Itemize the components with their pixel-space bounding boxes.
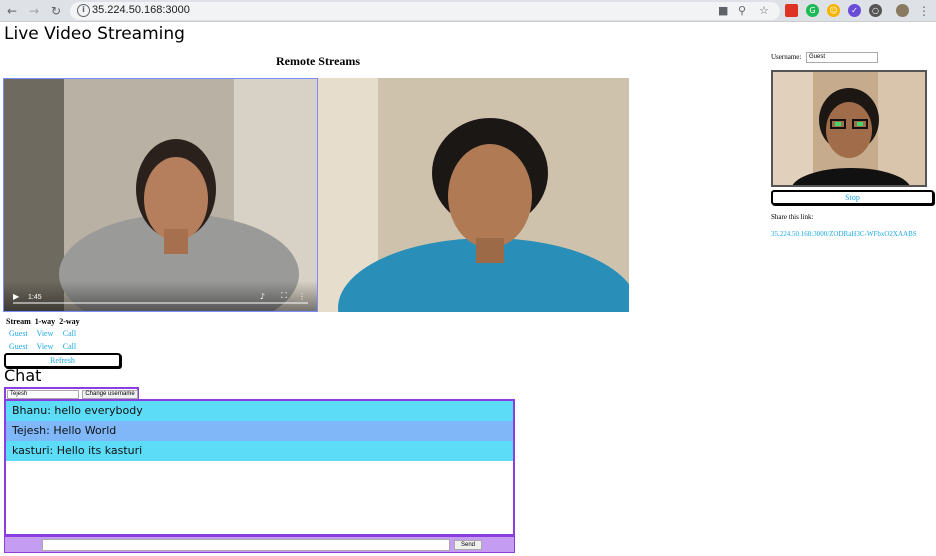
address-url[interactable]: 35.224.50.168:3000 <box>92 4 190 16</box>
volume-icon[interactable]: ♪ <box>260 292 265 301</box>
extension-grammarly-icon[interactable]: G <box>806 4 819 17</box>
forward-arrow-icon[interactable]: → <box>26 3 42 19</box>
username-label: Username: <box>771 53 802 61</box>
table-row: Guest View Call <box>4 340 82 353</box>
site-info-icon[interactable]: i <box>77 4 90 17</box>
change-username-button[interactable]: Change username <box>82 390 138 399</box>
chat-message: kasturi: Hello its kasturi <box>6 441 513 461</box>
streams-table: Stream 1-way 2-way Guest View Call Guest… <box>4 316 82 353</box>
remote-video-1[interactable]: ▶ 1:45 ♪ ⛶ ⋮ <box>3 78 318 312</box>
call-link[interactable]: Call <box>57 327 81 340</box>
send-button[interactable]: Send <box>454 540 482 550</box>
fullscreen-icon[interactable]: ⛶ <box>281 291 287 301</box>
view-link[interactable]: View <box>33 340 57 353</box>
one-way-header: 1-way <box>34 317 56 326</box>
share-link[interactable]: 35.224.50.168:3000/ZODRaH3C-WFbxO2XAABS <box>771 230 917 238</box>
call-link[interactable]: Call <box>57 340 81 353</box>
chat-message-input[interactable] <box>42 539 450 551</box>
extension-circle-icon[interactable]: ○ <box>869 4 882 17</box>
reload-icon[interactable]: ↻ <box>48 3 64 19</box>
local-video <box>771 70 927 187</box>
view-link[interactable]: View <box>33 327 57 340</box>
remote-video-1-frame <box>4 79 317 311</box>
more-options-icon[interactable]: ⋮ <box>298 292 306 301</box>
chat-title: Chat <box>4 366 42 385</box>
play-icon[interactable]: ▶ <box>13 292 19 301</box>
username-input[interactable]: Guest <box>806 52 878 63</box>
zoom-icon[interactable]: ⚲ <box>738 4 746 17</box>
chat-message: Bhanu: hello everybody <box>6 401 513 421</box>
table-row: Guest View Call <box>4 327 82 340</box>
camera-icon[interactable]: ■ <box>718 4 728 17</box>
extension-check-icon[interactable]: ✓ <box>848 4 861 17</box>
chat-username-input[interactable]: Tejesh <box>7 390 79 399</box>
extension-red-icon[interactable] <box>785 4 798 17</box>
chat-messages: Bhanu: hello everybody Tejesh: Hello Wor… <box>4 399 515 536</box>
stream-name: Guest <box>9 329 28 338</box>
remote-streams-title: Remote Streams <box>276 54 361 68</box>
local-video-frame <box>773 72 925 185</box>
stop-button[interactable]: Stop <box>771 190 934 205</box>
menu-kebab-icon[interactable]: ⋮ <box>916 3 932 19</box>
bookmark-star-icon[interactable]: ☆ <box>759 4 769 17</box>
video-controls: ▶ 1:45 ♪ ⛶ ⋮ <box>4 281 317 311</box>
stream-header: Stream <box>6 317 31 326</box>
profile-avatar-icon[interactable] <box>896 4 909 17</box>
stream-name: Guest <box>9 342 28 351</box>
back-arrow-icon[interactable]: ← <box>4 3 20 19</box>
remote-video-2[interactable] <box>318 78 629 312</box>
two-way-header: 2-way <box>59 317 80 326</box>
page-title: Live Video Streaming <box>4 24 185 44</box>
chat-message: Tejesh: Hello World <box>6 421 513 441</box>
address-bar[interactable]: i 35.224.50.168:3000 ■ ⚲ ☆ <box>70 2 780 20</box>
streams-table-header: Stream 1-way 2-way <box>4 316 82 327</box>
share-link-label: Share this link: <box>771 213 814 221</box>
remote-video-2-frame <box>318 78 629 312</box>
extension-emoji-icon[interactable]: ☺ <box>827 4 840 17</box>
chat-send-bar: Send <box>4 536 515 553</box>
browser-toolbar: ← → ↻ i 35.224.50.168:3000 ■ ⚲ ☆ G ☺ ✓ ○… <box>0 0 936 22</box>
video-progress-bar[interactable] <box>13 302 308 304</box>
chat-username-row: Tejesh Change username <box>4 387 139 399</box>
video-time: 1:45 <box>28 294 42 301</box>
